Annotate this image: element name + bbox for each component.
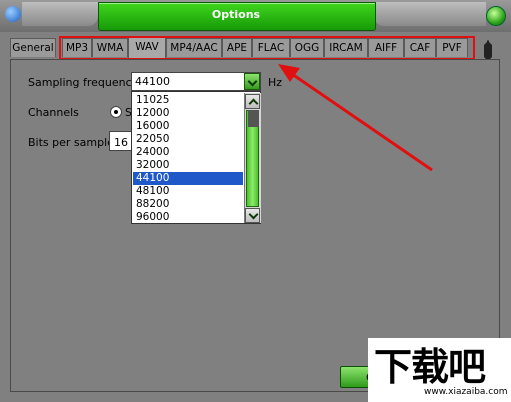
title-bar-right-cap xyxy=(374,2,486,26)
dropdown-option[interactable]: 16000 xyxy=(133,120,243,133)
dropdown-option[interactable]: 12000 xyxy=(133,107,243,120)
chevron-down-icon xyxy=(247,76,258,87)
bits-per-sample-label: Bits per sample xyxy=(28,136,114,149)
channels-radio-stereo[interactable] xyxy=(110,106,122,118)
window-title: Options xyxy=(211,8,261,21)
scroll-down-button[interactable] xyxy=(245,208,260,223)
annotation-arrow xyxy=(278,64,433,172)
scroll-up-button[interactable] xyxy=(245,94,260,109)
dropdown-option[interactable]: 22050 xyxy=(133,133,243,146)
sampling-frequency-value: 44100 xyxy=(135,75,170,88)
sampling-frequency-dropdown-list: 11025 12000 16000 22050 24000 32000 4410… xyxy=(131,91,261,224)
dropdown-scrollbar-position-mark xyxy=(248,110,259,127)
title-bar-left-cap xyxy=(22,2,98,26)
watermark-url: www.xiazaiba.com xyxy=(424,387,508,397)
sampling-frequency-label: Sampling frequency xyxy=(28,76,139,89)
dropdown-option[interactable]: 88200 xyxy=(133,198,243,211)
close-button[interactable] xyxy=(486,6,506,26)
sampling-frequency-dropdown-button[interactable] xyxy=(244,73,260,90)
dropdown-option[interactable]: 32000 xyxy=(133,159,243,172)
chevron-up-icon xyxy=(248,98,259,109)
channels-label: Channels xyxy=(28,106,79,119)
dropdown-option-selected[interactable]: 44100 xyxy=(133,172,243,185)
dropdown-option[interactable]: 96000 xyxy=(133,211,243,224)
chevron-down-icon xyxy=(248,209,259,220)
app-icon[interactable] xyxy=(5,6,21,22)
dropdown-option[interactable]: 24000 xyxy=(133,146,243,159)
radio-selected-dot xyxy=(114,110,118,114)
dropdown-option[interactable]: 11025 xyxy=(133,94,243,107)
tab-general[interactable]: General xyxy=(10,38,56,57)
annotation-highlight-box xyxy=(59,36,475,60)
watermark-logo: 下载吧 xyxy=(374,345,486,389)
dropdown-option[interactable]: 48100 xyxy=(133,185,243,198)
